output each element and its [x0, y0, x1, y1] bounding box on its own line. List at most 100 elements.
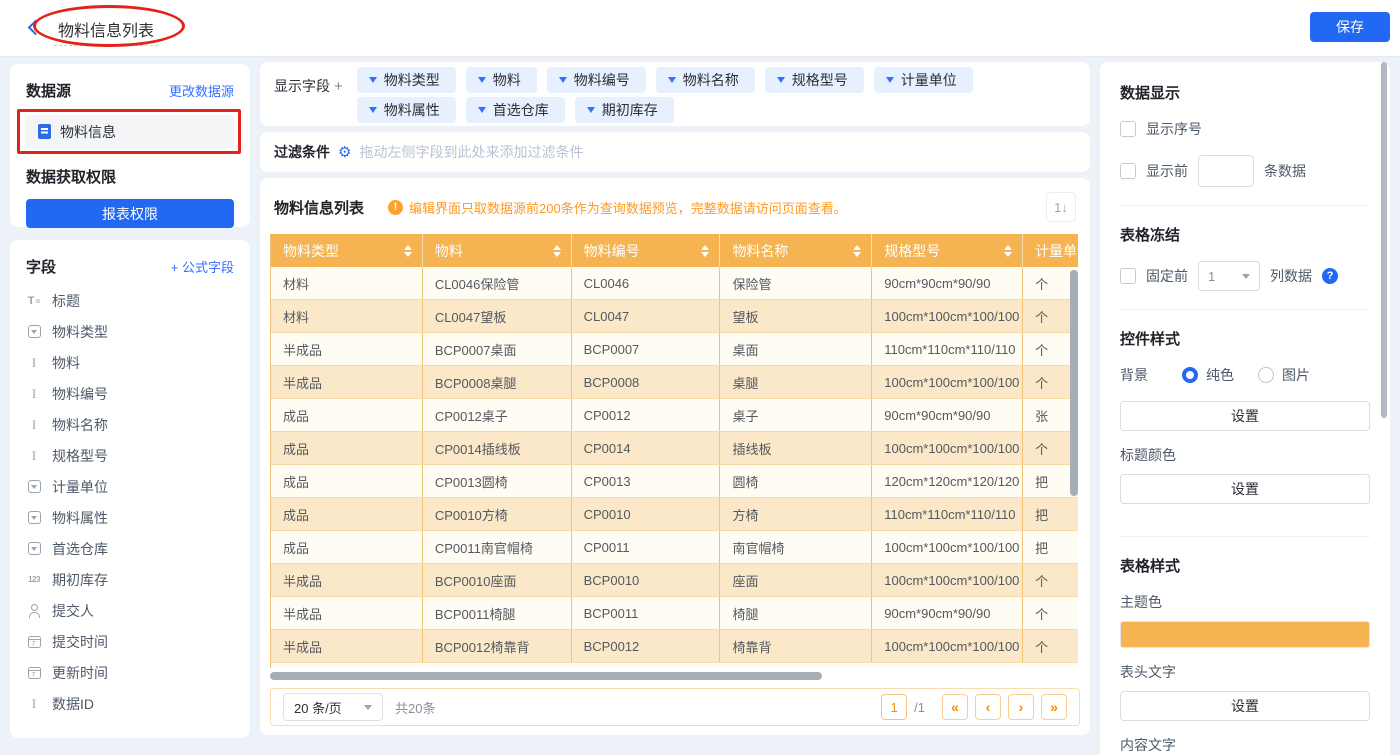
- table-vertical-scrollbar[interactable]: [1070, 270, 1078, 496]
- display-field-chip[interactable]: 规格型号: [764, 67, 864, 93]
- table-cell: 100cm*100cm*100/100: [872, 531, 1024, 563]
- display-field-chip[interactable]: 物料: [465, 67, 537, 93]
- field-item-label: 标题: [52, 292, 80, 309]
- chevron-down-icon: [558, 77, 567, 83]
- image-radio[interactable]: [1258, 367, 1274, 383]
- display-field-chip[interactable]: 物料编号: [546, 67, 646, 93]
- field-item[interactable]: 更新时间: [26, 657, 234, 688]
- solid-color-radio[interactable]: [1182, 367, 1198, 383]
- field-item[interactable]: I 数据ID: [26, 688, 234, 719]
- column-header[interactable]: 规格型号: [872, 234, 1024, 267]
- table-cell: BCP0008桌腿: [423, 366, 572, 398]
- table-cell: CP0010: [572, 498, 721, 530]
- field-item[interactable]: 提交时间: [26, 626, 234, 657]
- show-index-label: 显示序号: [1146, 121, 1202, 137]
- field-item[interactable]: T 标题: [26, 285, 234, 316]
- table-cell: 半成品: [271, 597, 423, 629]
- field-item[interactable]: 物料属性: [26, 502, 234, 533]
- table-horizontal-scrollbar[interactable]: [270, 672, 822, 680]
- page-size-select[interactable]: 20 条/页: [283, 693, 383, 721]
- sort-order-icon[interactable]: 1↓: [1046, 192, 1076, 222]
- table-cell: 成品: [271, 531, 423, 563]
- column-header[interactable]: 物料编号: [572, 234, 721, 267]
- gear-icon[interactable]: ⚙: [338, 145, 351, 160]
- fields-panel: 字段 + 公式字段 T 标题物料类型 I 物料 I 物料编号 I 物料名称 I 规格型号计量单位物…: [10, 240, 250, 738]
- show-front-checkbox[interactable]: [1120, 163, 1136, 179]
- add-display-field-button[interactable]: +: [334, 78, 343, 95]
- field-item[interactable]: 首选仓库: [26, 533, 234, 564]
- sort-icon[interactable]: [701, 244, 710, 257]
- table-row: 成品 CP0012桌子 CP0012 桌子 90cm*90cm*90/90 张: [271, 399, 1078, 432]
- table-cell: 120cm*120cm*120/120: [872, 465, 1024, 497]
- table-row: 半成品 BCP0008桌腿 BCP0008 桌腿 100cm*100cm*100/100…: [271, 366, 1078, 399]
- field-item[interactable]: 提交人: [26, 595, 234, 626]
- field-item-label: 更新时间: [52, 664, 108, 681]
- freeze-checkbox[interactable]: [1120, 268, 1136, 284]
- field-item[interactable]: I 规格型号: [26, 440, 234, 471]
- page-title[interactable]: 物料信息列表: [54, 17, 159, 46]
- display-field-chip[interactable]: 物料名称: [655, 67, 755, 93]
- help-icon[interactable]: ?: [1322, 268, 1338, 284]
- column-header[interactable]: 物料: [423, 234, 572, 267]
- chevron-down-icon: [667, 77, 676, 83]
- table-row: 成品 CP0010方椅 CP0010 方椅 110cm*110cm*110/110 把: [271, 498, 1078, 531]
- header-text-set-button[interactable]: 设置: [1120, 691, 1370, 721]
- field-item[interactable]: 物料类型: [26, 316, 234, 347]
- field-item-label: 物料属性: [52, 509, 108, 526]
- table-cell: 座面: [720, 564, 873, 596]
- sort-icon[interactable]: [403, 244, 412, 257]
- table-cell: BCP0007桌面: [423, 333, 572, 365]
- display-field-chip[interactable]: 计量单位: [873, 67, 973, 93]
- prev-page-button[interactable]: ‹: [975, 694, 1001, 720]
- sort-icon[interactable]: [552, 244, 561, 257]
- page-count: /1: [914, 699, 925, 715]
- column-header[interactable]: 物料类型: [271, 234, 423, 267]
- save-button[interactable]: 保存: [1310, 12, 1390, 42]
- field-item[interactable]: 123 期初库存: [26, 564, 234, 595]
- show-index-checkbox[interactable]: [1120, 121, 1136, 137]
- next-page-button[interactable]: ›: [1008, 694, 1034, 720]
- data-display-title: 数据显示: [1120, 85, 1181, 102]
- title-color-set-button[interactable]: 设置: [1120, 474, 1370, 504]
- datasource-panel: 数据源 更改数据源 物料信息 数据获取权限 报表权限: [10, 64, 250, 228]
- theme-color-swatch[interactable]: [1120, 621, 1370, 648]
- column-header[interactable]: 物料名称: [720, 234, 873, 267]
- table-row: 半成品 BCP0007桌面 BCP0007 桌面 110cm*110cm*110/110…: [271, 333, 1078, 366]
- column-header[interactable]: 计量单位: [1023, 234, 1078, 267]
- page-number-input[interactable]: 1: [881, 694, 908, 720]
- table-cell: 桌面: [720, 333, 873, 365]
- freeze-count-select[interactable]: 1: [1198, 261, 1260, 291]
- field-item[interactable]: I 物料编号: [26, 378, 234, 409]
- change-datasource-link[interactable]: 更改数据源: [169, 81, 234, 100]
- datasource-item[interactable]: 物料信息: [26, 115, 234, 148]
- cols-suffix-label: 列数据: [1270, 268, 1312, 284]
- report-permission-button[interactable]: 报表权限: [26, 199, 234, 228]
- chevron-down-icon: [776, 77, 785, 83]
- table-cell: CP0014插线板: [423, 432, 572, 464]
- field-item[interactable]: 计量单位: [26, 471, 234, 502]
- table-cell: 100cm*100cm*100/100: [872, 300, 1024, 332]
- filter-panel[interactable]: 过滤条件 ⚙ 拖动左侧字段到此处来添加过滤条件: [260, 132, 1090, 172]
- table-cell: BCP0008: [572, 366, 721, 398]
- panel-vertical-scrollbar[interactable]: [1381, 62, 1387, 418]
- table-cell: 半成品: [271, 564, 423, 596]
- first-page-button[interactable]: «: [942, 694, 968, 720]
- back-icon[interactable]: [27, 19, 44, 36]
- display-field-chip[interactable]: 物料类型: [356, 67, 456, 93]
- last-page-button[interactable]: »: [1041, 694, 1067, 720]
- display-field-chip[interactable]: 首选仓库: [465, 97, 565, 123]
- front-count-input[interactable]: [1198, 155, 1254, 187]
- sort-icon[interactable]: [853, 244, 862, 257]
- background-set-button[interactable]: 设置: [1120, 401, 1370, 431]
- field-item[interactable]: I 物料: [26, 347, 234, 378]
- table-cell: BCP0011: [572, 597, 721, 629]
- table-horizontal-scrollbar-track: [270, 672, 1078, 680]
- display-field-chip[interactable]: 期初库存: [574, 97, 674, 123]
- sort-icon[interactable]: [1004, 244, 1013, 257]
- display-field-chip[interactable]: 物料属性: [356, 97, 456, 123]
- table-cell: 100cm*100cm*100/100: [872, 564, 1024, 596]
- add-formula-field-link[interactable]: + 公式字段: [171, 257, 234, 276]
- field-item[interactable]: I 物料名称: [26, 409, 234, 440]
- table-cell: 圆椅: [720, 465, 873, 497]
- table-row: 半成品 BCP0011椅腿 BCP0011 椅腿 90cm*90cm*90/90 个: [271, 597, 1078, 630]
